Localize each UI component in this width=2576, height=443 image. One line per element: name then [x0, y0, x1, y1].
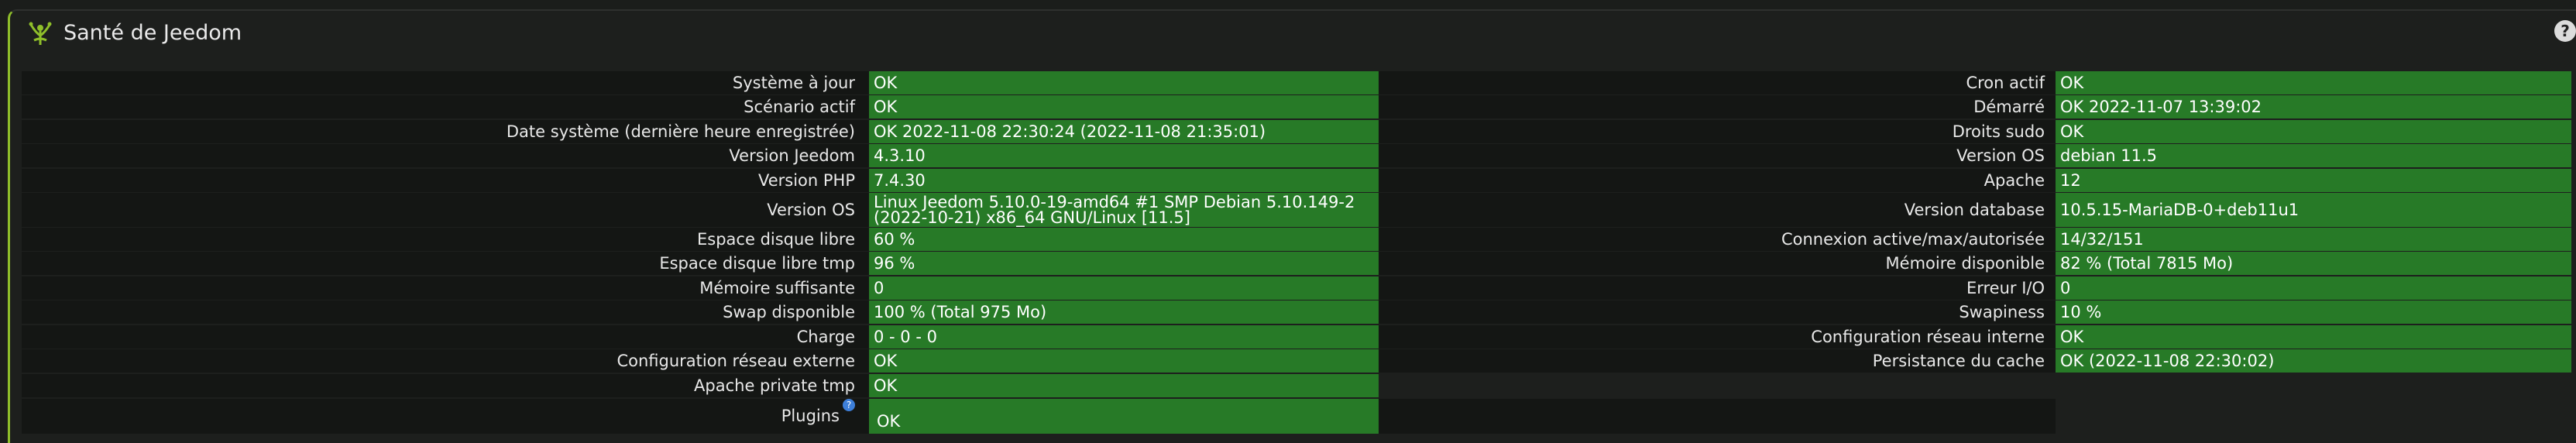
health-row-value: OK: [869, 399, 1379, 434]
row-extension: [1379, 399, 2056, 434]
health-row-value: OK: [869, 349, 1379, 373]
health-row-value: 7.4.30: [869, 169, 1379, 192]
health-row-value: 100 % (Total 975 Mo): [869, 300, 1379, 324]
health-row-value: OK: [869, 71, 1379, 94]
health-row-label: Démarré: [1973, 98, 2045, 116]
health-row-label: Version PHP: [757, 171, 855, 190]
panel-header: Santé de Jeedom: [11, 9, 2576, 56]
health-row-value: OK: [869, 95, 1379, 118]
health-row-label: Apache private tmp: [694, 376, 855, 395]
health-row-value: debian 11.5: [2056, 144, 2571, 167]
health-row-label: Swap disponible: [723, 303, 855, 321]
health-row-value: 10 %: [2056, 300, 2571, 324]
health-row-label: Erreur I/O: [1966, 279, 2045, 297]
health-row-value: 4.3.10: [869, 144, 1379, 167]
health-row-label: Configuration réseau interne: [1811, 328, 2045, 346]
health-row-value: OK: [2056, 325, 2571, 349]
health-row-label: Espace disque libre: [697, 230, 855, 249]
health-row-label: Mémoire disponible: [1885, 254, 2045, 273]
health-row-value: OK 2022-11-08 22:30:24 (2022-11-08 21:35…: [869, 120, 1379, 143]
health-row-label: Version OS: [1956, 146, 2045, 165]
help-icon[interactable]: ?: [2554, 20, 2576, 42]
page-title: Santé de Jeedom: [64, 20, 242, 45]
health-row-label: Espace disque libre tmp: [659, 254, 855, 273]
health-row-label: Cron actif: [1966, 74, 2045, 92]
health-row-label: Plugins?: [22, 399, 855, 434]
health-row-value: 96 %: [869, 252, 1379, 275]
health-row-label: Système à jour: [732, 74, 855, 92]
health-row-value: 82 % (Total 7815 Mo): [2056, 252, 2571, 275]
health-row-value: 0: [2056, 276, 2571, 300]
plugins-help-icon[interactable]: ?: [843, 399, 855, 411]
health-row-label: Connexion active/max/autorisée: [1781, 230, 2045, 249]
health-row-label: Scénario actif: [744, 98, 855, 116]
health-row-value: OK: [2056, 71, 2571, 94]
health-row-value: 10.5.15-MariaDB-0+deb11u1: [2056, 193, 2571, 227]
health-row-value: OK 2022-11-07 13:39:02: [2056, 95, 2571, 118]
health-row-label: Droits sudo: [1952, 122, 2045, 141]
health-row-label: Persistance du cache: [1872, 352, 2045, 370]
health-row-label: Swapiness: [1959, 303, 2045, 321]
health-row-label: Charge: [796, 328, 855, 346]
health-row-label: Version OS: [767, 201, 855, 219]
health-row-value: 60 %: [869, 228, 1379, 251]
health-row-label: Configuration réseau externe: [617, 352, 855, 370]
health-row-value: OK (2022-11-08 22:30:02): [2056, 349, 2571, 373]
health-row-value: OK: [869, 374, 1379, 397]
jeedom-logo-icon: [29, 22, 52, 45]
health-row-value: OK: [2056, 120, 2571, 143]
health-row-label: Mémoire suffisante: [699, 279, 855, 297]
health-row-label: Version Jeedom: [729, 146, 855, 165]
health-row-value: 0: [869, 276, 1379, 300]
health-row-value: 0 - 0 - 0: [869, 325, 1379, 349]
health-row-value: 14/32/151: [2056, 228, 2571, 251]
health-row-label: Version database: [1904, 201, 2045, 219]
health-row-label: Apache: [1984, 171, 2045, 190]
health-row-value: Linux Jeedom 5.10.0-19-amd64 #1 SMP Debi…: [869, 193, 1379, 227]
health-row-label: Date système (dernière heure enregistrée…: [506, 122, 855, 141]
health-row-value: 12: [2056, 169, 2571, 192]
